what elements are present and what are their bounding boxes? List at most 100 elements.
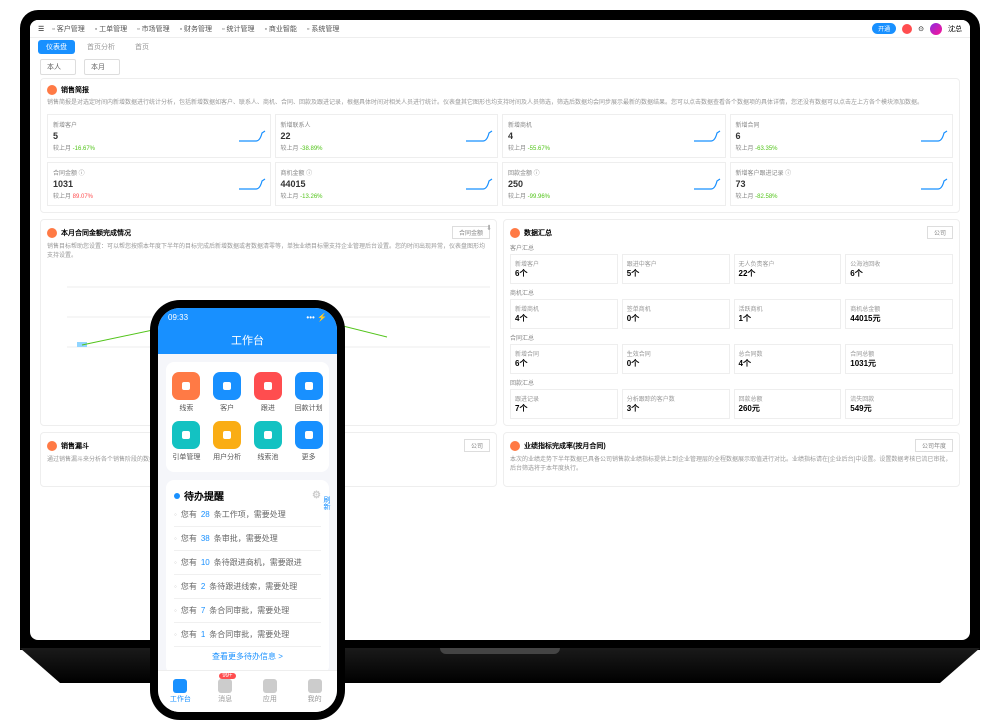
nav-item[interactable]: ▫ 统计管理 [222,24,254,34]
tab-dashboard[interactable]: 仪表盘 [38,40,75,54]
todo-item[interactable]: ◦ 您有 38 条审批，需要处理 [174,527,321,551]
phone-tab[interactable]: 我的 [292,671,337,712]
app-item[interactable]: 回款计划 [292,372,325,413]
tab-analysis[interactable]: 首页分析 [79,40,123,54]
metric-card[interactable]: 合同金额 ⓘ1031较上月 89.07% [47,162,271,206]
summary-cell[interactable]: 新增合同6个 [510,344,618,374]
app-icon [213,421,241,449]
summary-cell[interactable]: 跟进中客户5个 [622,254,730,284]
app-item[interactable]: 引单管理 [170,421,203,462]
summary-cell[interactable]: 回款总额260元 [734,389,842,419]
app-item[interactable]: 线索 [170,372,203,413]
summary-cell[interactable]: 总合同数4个 [734,344,842,374]
nav-item[interactable]: ▫ 商业智能 [264,24,296,34]
help-icon[interactable]: ⊙ [918,25,924,33]
download-icon[interactable]: ⬇ [486,224,492,232]
target-select[interactable]: 合同金额 [452,226,490,239]
metric-label: 回款金额 ⓘ [508,168,720,177]
tab-icon [173,679,187,693]
metric-card[interactable]: 回款金额 ⓘ250较上月 -99.96% [502,162,726,206]
summary-label: 生效合同 [627,349,725,358]
top-nav: ☰ ▫ 客户管理 ▫ 工单管理 ▫ 市场管理 ▫ 财务管理 ▫ 统计管理 ▫ 商业智能 ▫ … [30,20,970,38]
nav-item[interactable]: ▫ 市场管理 [137,24,169,34]
summary-label: 跟进记录 [515,394,613,403]
summary-cell[interactable]: 分析跟踪的客户数3个 [622,389,730,419]
nav-item[interactable]: ▫ 系统管理 [307,24,339,34]
refresh-label[interactable]: 刷新 [321,496,331,510]
metric-card[interactable]: 新增商机 4 较上月 -55.67% [502,114,726,158]
summary-label: 商机总金额 [850,304,948,313]
metric-label: 新增商机 [508,120,720,129]
notification-badge[interactable] [902,24,912,34]
filter-person[interactable]: 本人 [40,59,76,75]
more-link[interactable]: 查看更多待办信息 > [174,647,321,666]
summary-cell[interactable]: 公海池回收6个 [845,254,953,284]
signal-icon: ••• ⚡ [306,313,327,322]
metric-delta: 较上月 -55.67% [508,143,720,152]
metric-label: 合同金额 ⓘ [53,168,265,177]
summary-cell[interactable]: 签单商机0个 [622,299,730,329]
summary-value: 4个 [739,358,837,369]
metric-card[interactable]: 新增客户5较上月 -16.67% [47,114,271,158]
tab-icon [263,679,277,693]
app-item[interactable]: 更多 [292,421,325,462]
summary-cell[interactable]: 无人负责客户22个 [734,254,842,284]
sparkline-icon [920,177,948,191]
tab-home[interactable]: 首页 [127,40,157,54]
todo-card: 待办提醒⚙ ◦ 您有 28 条工作项，需要处理◦ 您有 38 条审批，需要处理◦… [166,480,329,674]
app-item[interactable]: 用户分析 [211,421,244,462]
summary-cell[interactable]: 商机总金额44015元 [845,299,953,329]
todo-item[interactable]: ◦ 您有 7 条合同审批，需要处理 [174,599,321,623]
trend-select[interactable]: 公司年度 [915,439,953,452]
phone-tab[interactable]: 工作台 [158,671,203,712]
summary-cell[interactable]: 活跃商机1个 [734,299,842,329]
tab-icon [218,679,232,693]
metric-card[interactable]: 新增客户跟进记录 ⓘ73较上月 -82.58% [730,162,954,206]
metric-card[interactable]: 商机金额 ⓘ44015较上月 -13.26% [275,162,499,206]
metric-value: 6 [736,131,948,141]
bullet-icon: ◦ [174,534,177,543]
app-item[interactable]: 线索池 [252,421,285,462]
nav-item[interactable]: ▫ 客户管理 [52,24,84,34]
summary-label: 活跃商机 [739,304,837,313]
todo-item[interactable]: ◦ 您有 1 条合同审批，需要处理 [174,623,321,647]
app-icon [213,372,241,400]
summary-section-title: 客户汇总 [510,243,953,252]
app-item[interactable]: 客户 [211,372,244,413]
summary-cell[interactable]: 跟进记录7个 [510,389,618,419]
summary-cell[interactable]: 流失回款549元 [845,389,953,419]
upgrade-pill[interactable]: 开通 [872,23,896,34]
phone-tab[interactable]: 应用 [248,671,293,712]
metric-label: 商机金额 ⓘ [281,168,493,177]
avatar[interactable] [930,23,942,35]
todo-item[interactable]: ◦ 您有 28 条工作项，需要处理 [174,503,321,527]
nav-item[interactable]: ▫ 财务管理 [180,24,212,34]
todo-item[interactable]: ◦ 您有 10 条待跟进商机，需要跟进 [174,551,321,575]
summary-cell[interactable]: 合同总额1031元 [845,344,953,374]
sparkline-icon [465,177,493,191]
phone-tab[interactable]: 消息99+ [203,671,248,712]
summary-grid: 跟进记录7个分析跟踪的客户数3个回款总额260元流失回款549元 [510,389,953,419]
menu-icon[interactable]: ☰ [38,25,44,33]
funnel-select[interactable]: 公司 [464,439,490,452]
target-title: 本月合同金额完成情况 [61,228,131,238]
summary-cell[interactable]: 新增商机4个 [510,299,618,329]
app-icon [295,421,323,449]
gear-icon[interactable]: ⚙ [312,490,321,501]
filter-time[interactable]: 本月 [84,59,120,75]
metric-card[interactable]: 新增联系人22较上月 -38.89% [275,114,499,158]
todo-title: 待办提醒 [184,488,224,503]
metric-card[interactable]: 新增合同6较上月 -63.35% [730,114,954,158]
summary-value: 6个 [515,358,613,369]
app-icon [172,372,200,400]
funnel-title: 销售漏斗 [61,441,89,451]
summary-select[interactable]: 公司 [927,226,953,239]
summary-cell[interactable]: 生效合同0个 [622,344,730,374]
todo-item[interactable]: ◦ 您有 2 条待跟进线索，需要处理 [174,575,321,599]
summary-cell[interactable]: 新增客户6个 [510,254,618,284]
app-item[interactable]: 跟进 [252,372,285,413]
metric-value: 4 [508,131,720,141]
phone-screen: 09:33 ••• ⚡ 工作台 线索客户跟进回款计划引单管理用户分析线索池更多 … [158,308,337,712]
nav-item[interactable]: ▫ 工单管理 [95,24,127,34]
metric-label: 新增客户跟进记录 ⓘ [736,168,948,177]
